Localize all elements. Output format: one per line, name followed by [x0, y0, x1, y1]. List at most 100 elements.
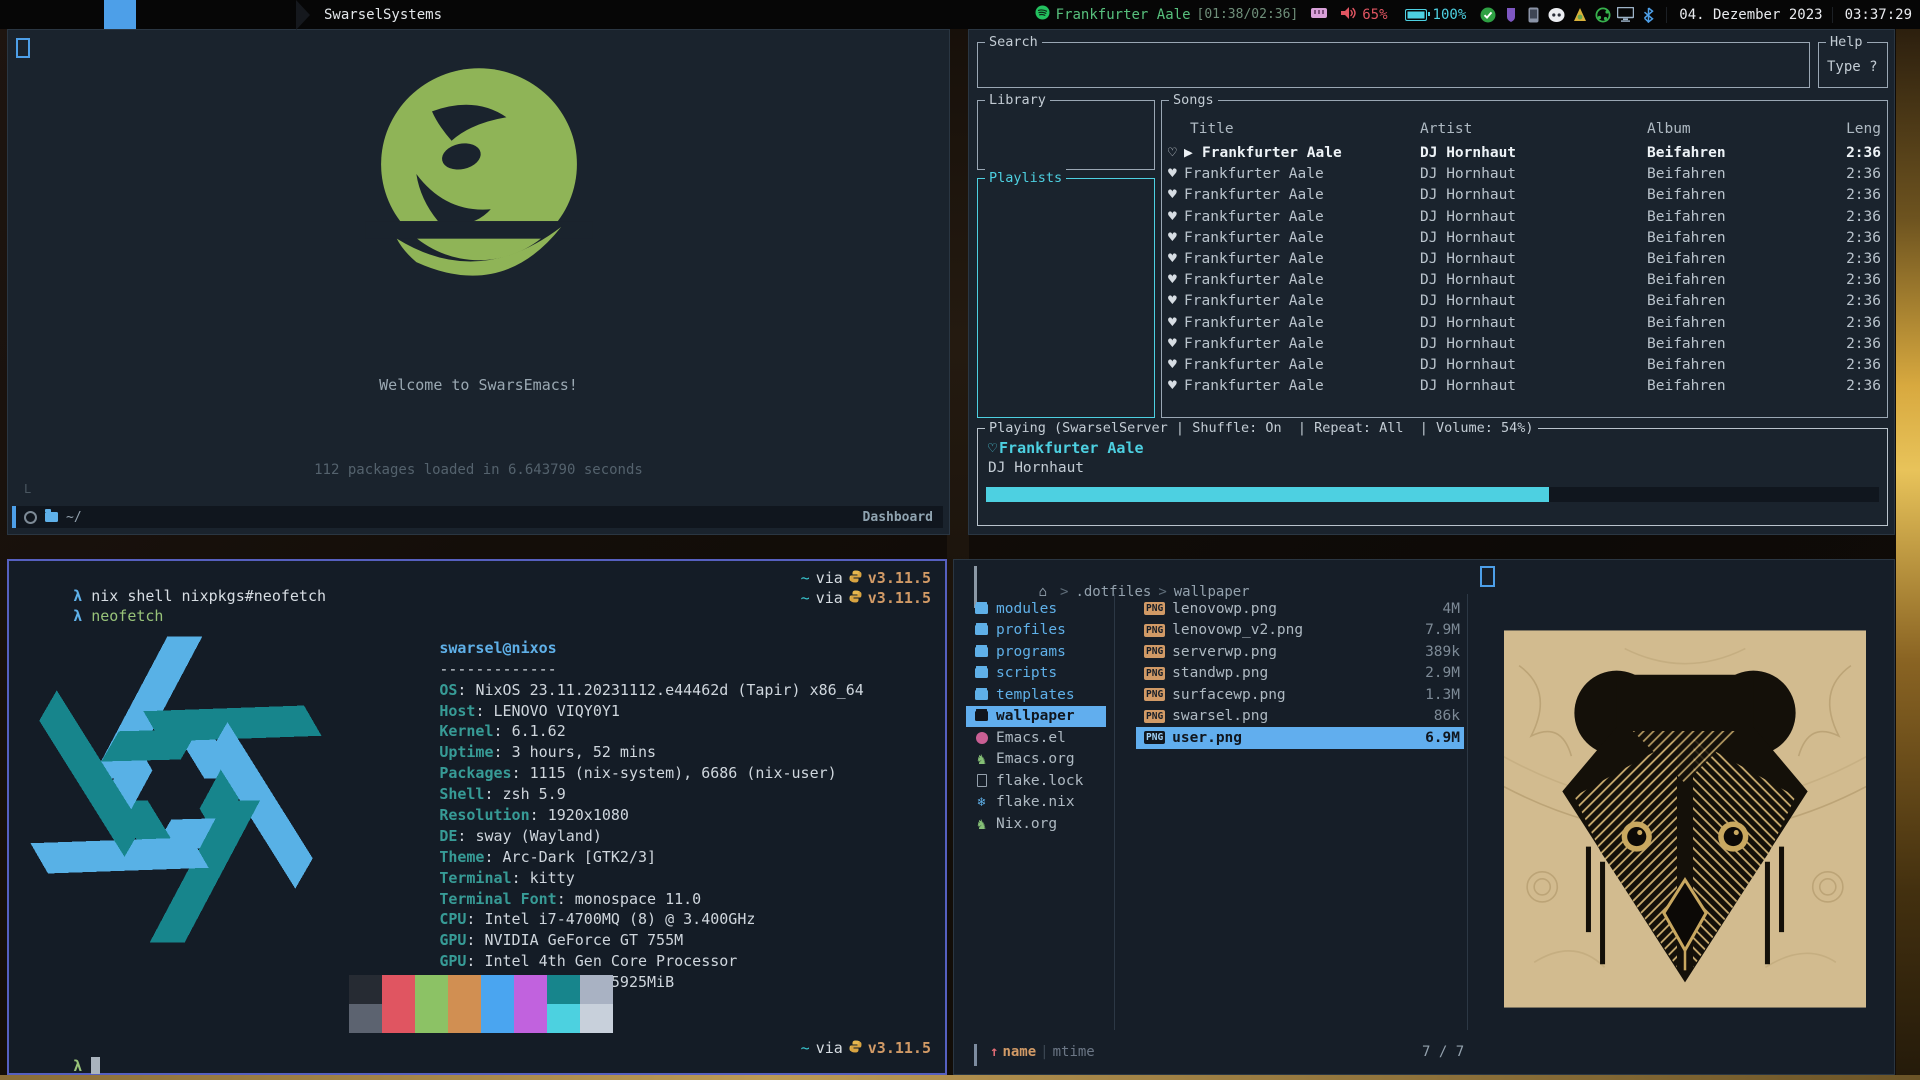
- file-type-icon: [974, 795, 989, 810]
- directory-row[interactable]: programs: [966, 641, 1106, 663]
- python-icon: [849, 589, 862, 607]
- syncthing-icon[interactable]: [1594, 6, 1611, 23]
- directory-row[interactable]: flake.nix: [966, 792, 1106, 814]
- playlist-item[interactable]: [986, 294, 1150, 315]
- directory-row[interactable]: wallpaper: [966, 706, 1106, 728]
- load-info: 112 packages loaded in 6.643790 seconds: [8, 462, 949, 478]
- progress-bar[interactable]: [986, 487, 1879, 502]
- directory-row[interactable]: modules: [966, 598, 1106, 620]
- playlist-item[interactable]: [986, 336, 1150, 357]
- workspace-button[interactable]: [104, 0, 136, 29]
- favorite-heart-icon[interactable]: ♥: [1168, 355, 1177, 376]
- check-icon[interactable]: [1479, 6, 1496, 23]
- workspace-button[interactable]: [72, 0, 104, 29]
- file-row[interactable]: PNG serverwp.png 389k: [1136, 641, 1464, 663]
- file-row[interactable]: PNG lenovowp_v2.png 7.9M: [1136, 620, 1464, 642]
- song-row[interactable]: ♥ Frankfurter Aale DJ Hornhaut Beifahren…: [1162, 355, 1887, 376]
- song-row[interactable]: ♥ Frankfurter Aale DJ Hornhaut Beifahren…: [1162, 313, 1887, 334]
- playlist-item[interactable]: [986, 273, 1150, 294]
- playing-arrow-icon: ▶: [1184, 143, 1193, 164]
- now-playing-widget[interactable]: Frankfurter Aale [01:38/02:36]: [1031, 0, 1303, 29]
- song-row[interactable]: ♥ Frankfurter Aale DJ Hornhaut Beifahren…: [1162, 270, 1887, 291]
- file-row[interactable]: PNG lenovowp.png 4M: [1136, 598, 1464, 620]
- file-row[interactable]: PNG swarsel.png 86k: [1136, 706, 1464, 728]
- workspace-button[interactable]: [136, 0, 168, 29]
- playlist-item[interactable]: [986, 252, 1150, 273]
- song-artist: DJ Hornhaut: [1420, 207, 1516, 228]
- directory-row[interactable]: templates: [966, 684, 1106, 706]
- song-row[interactable]: ♥ Frankfurter Aale DJ Hornhaut Beifahren…: [1162, 249, 1887, 270]
- desktop: SwarselSystems Frankfurter Aale [01:38/0…: [0, 0, 1920, 1080]
- workspace-button[interactable]: [8, 0, 40, 29]
- terminal-prompt-line[interactable]: λ ~ via v3.11.5: [19, 1039, 935, 1080]
- workspace-button[interactable]: [40, 0, 72, 29]
- playlist-item[interactable]: [986, 357, 1150, 378]
- playlist-item[interactable]: [986, 210, 1150, 231]
- playlist-item[interactable]: [986, 231, 1150, 252]
- heart-icon[interactable]: ♡: [988, 439, 997, 457]
- song-row[interactable]: ♥ Frankfurter Aale DJ Hornhaut Beifahren…: [1162, 291, 1887, 312]
- song-title: Frankfurter Aale: [1184, 164, 1324, 185]
- search-label: Search: [985, 33, 1042, 51]
- directory-row[interactable]: Emacs.el: [966, 727, 1106, 749]
- display-icon[interactable]: [1617, 6, 1634, 23]
- directory-row[interactable]: Emacs.org: [966, 749, 1106, 771]
- favorite-heart-icon[interactable]: ♥: [1168, 313, 1177, 334]
- favorite-heart-icon[interactable]: ♥: [1168, 270, 1177, 291]
- directory-row[interactable]: Nix.org: [966, 813, 1106, 835]
- song-row[interactable]: ♥ Frankfurter Aale DJ Hornhaut Beifahren…: [1162, 228, 1887, 249]
- discord-icon[interactable]: [1548, 6, 1565, 23]
- shield-icon[interactable]: [1502, 6, 1519, 23]
- workspace-button[interactable]: [168, 0, 200, 29]
- song-row[interactable]: ♥ Frankfurter Aale DJ Hornhaut Beifahren…: [1162, 207, 1887, 228]
- playlist-item[interactable]: [986, 315, 1150, 336]
- favorite-heart-icon[interactable]: ♥: [1168, 376, 1177, 397]
- workspace-button[interactable]: [232, 0, 264, 29]
- song-length: 2:36: [1846, 270, 1881, 291]
- battery-widget[interactable]: 100%: [1401, 0, 1471, 29]
- library-box: Library: [977, 100, 1155, 170]
- song-row[interactable]: ♥ Frankfurter Aale DJ Hornhaut Beifahren…: [1162, 376, 1887, 397]
- bird-icon[interactable]: [1571, 6, 1588, 23]
- volume-widget[interactable]: 65%: [1336, 0, 1391, 29]
- file-name: standwp.png: [1172, 665, 1418, 681]
- song-row[interactable]: ♥ Frankfurter Aale DJ Hornhaut Beifahren…: [1162, 185, 1887, 206]
- library-item[interactable]: [986, 111, 1150, 132]
- keyboard-icon[interactable]: [1311, 7, 1327, 23]
- song-length: 2:36: [1846, 185, 1881, 206]
- favorite-heart-icon[interactable]: ♥: [1168, 207, 1177, 228]
- song-row[interactable]: ♥ Frankfurter Aale DJ Hornhaut Beifahren…: [1162, 334, 1887, 355]
- song-artist: DJ Hornhaut: [1420, 164, 1516, 185]
- directory-row[interactable]: profiles: [966, 620, 1106, 642]
- current-track-title: Frankfurter Aale: [999, 439, 1144, 457]
- favorite-heart-icon[interactable]: ♡: [1168, 143, 1177, 164]
- song-title: Frankfurter Aale: [1184, 207, 1324, 228]
- bluetooth-icon[interactable]: [1640, 6, 1657, 23]
- favorite-heart-icon[interactable]: ♥: [1168, 334, 1177, 355]
- library-item[interactable]: [986, 132, 1150, 153]
- favorite-heart-icon[interactable]: ♥: [1168, 249, 1177, 270]
- favorite-heart-icon[interactable]: ♥: [1168, 164, 1177, 185]
- directory-row[interactable]: scripts: [966, 663, 1106, 685]
- sort-indicator[interactable]: ↑ name | mtime: [990, 1044, 1095, 1060]
- directory-row[interactable]: flake.lock: [966, 770, 1106, 792]
- workspace-button[interactable]: [200, 0, 232, 29]
- parent-directory-pane: modules profiles programs scripts templa…: [966, 598, 1106, 835]
- file-row[interactable]: PNG surfacewp.png 1.3M: [1136, 684, 1464, 706]
- playlist-item[interactable]: [986, 189, 1150, 210]
- palette-swatch: [448, 1004, 481, 1033]
- favorite-heart-icon[interactable]: ♥: [1168, 185, 1177, 206]
- song-row[interactable]: ♥ Frankfurter Aale DJ Hornhaut Beifahren…: [1162, 164, 1887, 185]
- palette-swatch: [580, 975, 613, 1004]
- favorite-heart-icon[interactable]: ♥: [1168, 291, 1177, 312]
- workspace-button[interactable]: [264, 0, 296, 29]
- window-title: SwarselSystems: [324, 7, 442, 23]
- search-box[interactable]: Search: [977, 42, 1810, 88]
- file-row[interactable]: PNG user.png 6.9M: [1136, 727, 1464, 749]
- file-type-icon: [974, 750, 989, 768]
- song-row[interactable]: ♡ ▶ Frankfurter Aale DJ Hornhaut Beifahr…: [1162, 143, 1887, 164]
- file-row[interactable]: PNG standwp.png 2.9M: [1136, 663, 1464, 685]
- phone-icon[interactable]: [1525, 6, 1542, 23]
- playlist-item[interactable]: [986, 378, 1150, 399]
- favorite-heart-icon[interactable]: ♥: [1168, 228, 1177, 249]
